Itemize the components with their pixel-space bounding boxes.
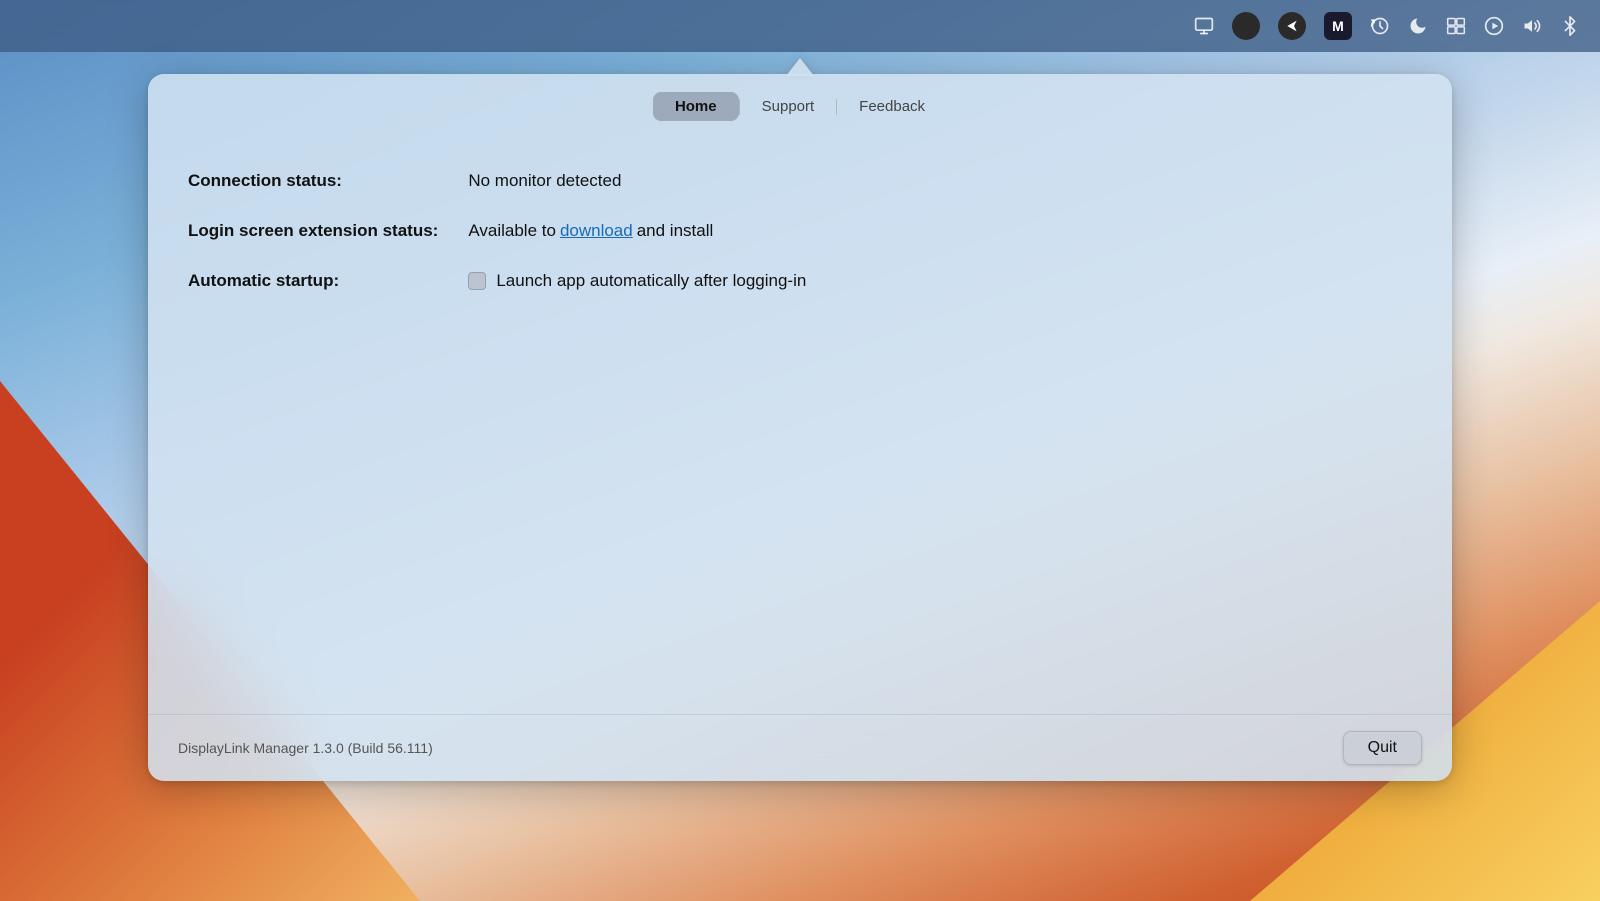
menubar: M (0, 0, 1600, 52)
checkbox-row: Launch app automatically after logging-i… (468, 271, 806, 291)
tab-home[interactable]: Home (653, 92, 739, 121)
login-screen-prefix: Available to (468, 221, 556, 241)
footer: DisplayLink Manager 1.3.0 (Build 56.111)… (148, 714, 1452, 781)
version-text: DisplayLink Manager 1.3.0 (Build 56.111) (178, 740, 433, 756)
quit-button[interactable]: Quit (1343, 731, 1422, 765)
login-screen-value: Available to download and install (468, 211, 1412, 251)
night-shift-icon[interactable] (1408, 16, 1428, 36)
play-icon[interactable] (1484, 16, 1504, 36)
automatic-startup-value: Launch app automatically after logging-i… (468, 261, 1412, 301)
content-area: Connection status: No monitor detected L… (148, 131, 1452, 714)
auto-startup-checkbox-label: Launch app automatically after logging-i… (496, 271, 806, 291)
time-machine-icon[interactable] (1370, 16, 1390, 36)
automatic-startup-label: Automatic startup: (188, 261, 468, 301)
tab-feedback[interactable]: Feedback (837, 92, 947, 121)
malware-icon[interactable]: M (1324, 12, 1352, 40)
popup-arrow (786, 58, 814, 76)
popup-window: Home Support Feedback Connection status:… (148, 74, 1452, 781)
tab-bar: Home Support Feedback (148, 74, 1452, 131)
tab-support[interactable]: Support (740, 92, 837, 121)
connection-status-text: No monitor detected (468, 171, 621, 191)
info-grid: Connection status: No monitor detected L… (188, 161, 1412, 301)
login-screen-label: Login screen extension status: (188, 211, 468, 251)
auto-startup-checkbox[interactable] (468, 272, 486, 290)
download-link[interactable]: download (560, 221, 633, 241)
user-avatar-icon[interactable] (1232, 12, 1260, 40)
volume-icon[interactable] (1522, 16, 1542, 36)
navigation-icon[interactable] (1278, 12, 1306, 40)
bluetooth-icon[interactable] (1560, 16, 1580, 36)
connection-status-label: Connection status: (188, 161, 468, 201)
connection-status-value: No monitor detected (468, 161, 1412, 201)
login-screen-suffix: and install (637, 221, 714, 241)
display-icon[interactable] (1194, 16, 1214, 36)
screens-icon[interactable] (1446, 16, 1466, 36)
